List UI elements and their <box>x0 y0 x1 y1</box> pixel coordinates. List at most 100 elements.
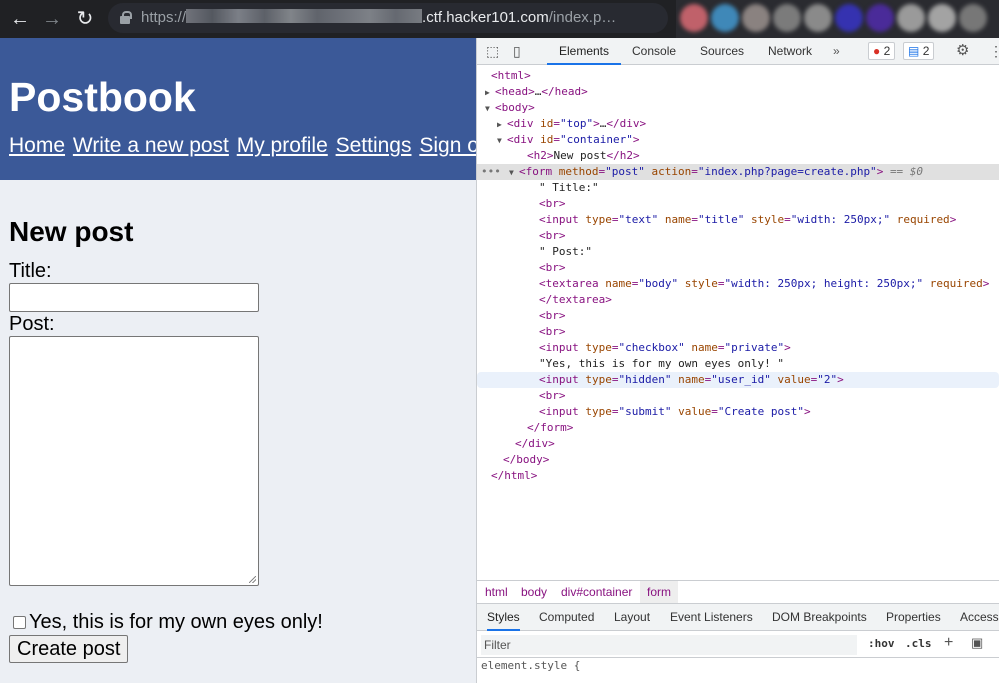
dom-node[interactable]: "Yes, this is for my own eyes only! " <box>477 356 999 372</box>
title-label: Title: <box>9 260 52 282</box>
title-input[interactable] <box>9 283 259 312</box>
dom-node[interactable]: <br> <box>477 324 999 340</box>
post-textarea[interactable] <box>9 336 259 586</box>
devtools-panel: ⬚ ▯ Elements Console Sources Network » ●… <box>476 38 999 683</box>
tab-accessibility[interactable]: Access <box>960 604 999 631</box>
dom-node[interactable]: <br> <box>477 388 999 404</box>
expand-triangle-icon[interactable]: ▶ <box>497 120 502 129</box>
dom-node[interactable]: <br> <box>477 308 999 324</box>
error-count: 2 <box>883 44 891 58</box>
dom-node[interactable]: " Post:" <box>477 244 999 260</box>
create-post-button[interactable]: Create post <box>9 635 129 663</box>
crumb-div-container[interactable]: div#container <box>557 581 636 603</box>
styles-filter-row: Filter :hov .cls + ▣ <box>477 632 999 658</box>
dom-node[interactable]: ▼ <div id="container"> <box>477 132 999 148</box>
extension-icon[interactable] <box>866 4 894 32</box>
extension-icon[interactable] <box>897 4 925 32</box>
collapse-triangle-icon[interactable]: ▼ <box>497 136 502 145</box>
dom-node[interactable]: <br> <box>477 228 999 244</box>
new-style-rule-icon[interactable]: + <box>944 634 953 652</box>
extension-icon[interactable] <box>711 4 739 32</box>
devtools-tabbar: ⬚ ▯ Elements Console Sources Network » ●… <box>477 38 999 65</box>
tab-elements[interactable]: Elements <box>547 38 621 65</box>
message-badge[interactable]: ▤ 2 <box>903 42 935 60</box>
dom-node[interactable]: <h2>New post</h2> <box>477 148 999 164</box>
dom-node[interactable]: ••• ▼ <form method="post" action="index.ph… <box>477 164 999 180</box>
extension-icon[interactable] <box>959 4 987 32</box>
dom-node[interactable]: " Title:" <box>477 180 999 196</box>
more-options-icon[interactable]: ⋮ <box>989 38 999 65</box>
dom-node[interactable]: <html> <box>477 68 999 84</box>
crumb-form[interactable]: form <box>640 581 678 603</box>
nav-sign-out-link[interactable]: Sign out <box>419 134 476 157</box>
extension-icon[interactable] <box>680 4 708 32</box>
dom-node[interactable]: ▶ <div id="top">…</div> <box>477 116 999 132</box>
extension-icon[interactable] <box>773 4 801 32</box>
nav-bar: Home Write a new post My profile Setting… <box>9 134 476 158</box>
dom-node[interactable]: <input type="hidden" name="user_id" valu… <box>477 372 999 388</box>
cls-toggle[interactable]: .cls <box>905 637 932 650</box>
extension-icon[interactable] <box>804 4 832 32</box>
styles-filter-input[interactable]: Filter <box>481 635 857 655</box>
address-bar[interactable]: https://.ctf.hacker101.com/index.p… ⋖ ☆ <box>108 3 768 33</box>
lock-icon[interactable] <box>120 11 132 24</box>
tab-layout[interactable]: Layout <box>614 604 650 631</box>
nav-my-profile-link[interactable]: My profile <box>237 134 328 157</box>
dom-tree: <html> ▶ <head>…</head> ▼ <body> ▶ <div id="to… <box>477 65 999 580</box>
paint-roller-icon[interactable]: ▣ <box>971 635 983 651</box>
private-row: Yes, this is for my own eyes only! <box>9 610 476 634</box>
dom-node[interactable]: </body> <box>477 452 999 468</box>
extensions-area <box>676 0 999 38</box>
dom-node[interactable]: <input type="submit" value="Create post"… <box>477 404 999 420</box>
tab-dom-breakpoints[interactable]: DOM Breakpoints <box>772 604 867 631</box>
extension-icon[interactable] <box>835 4 863 32</box>
settings-gear-icon[interactable]: ⚙ <box>956 38 969 65</box>
dom-node[interactable]: </form> <box>477 420 999 436</box>
tab-network[interactable]: Network <box>768 38 812 65</box>
crumb-body[interactable]: body <box>517 581 551 603</box>
nav-home-link[interactable]: Home <box>9 134 65 157</box>
resize-grip-icon[interactable] <box>249 576 256 583</box>
hov-toggle[interactable]: :hov <box>868 637 895 650</box>
dom-node[interactable]: <input type="text" name="title" style="w… <box>477 212 999 228</box>
dom-node[interactable]: </div> <box>477 436 999 452</box>
nav-write-post-link[interactable]: Write a new post <box>73 134 229 157</box>
redacted-subdomain <box>186 9 423 23</box>
dom-node[interactable]: <textarea name="body" style="width: 250p… <box>477 276 999 292</box>
tab-properties[interactable]: Properties <box>886 604 941 631</box>
site-header: Postbook Home Write a new post My profil… <box>0 38 476 180</box>
dom-node[interactable]: <br> <box>477 196 999 212</box>
tab-styles[interactable]: Styles <box>487 604 520 631</box>
tab-event-listeners[interactable]: Event Listeners <box>670 604 753 631</box>
element-style-rule: element.style { <box>481 659 581 672</box>
tab-console[interactable]: Console <box>632 38 676 65</box>
crumb-html[interactable]: html <box>481 581 512 603</box>
reload-button[interactable]: ↻ <box>73 7 97 31</box>
device-toolbar-icon[interactable]: ▯ <box>513 38 521 65</box>
styles-tabbar: Styles Computed Layout Event Listeners D… <box>477 604 999 631</box>
dom-node[interactable]: </html> <box>477 468 999 484</box>
extension-icon[interactable] <box>928 4 956 32</box>
collapse-triangle-icon[interactable]: ▼ <box>485 104 490 113</box>
more-tabs-icon[interactable]: » <box>833 38 840 65</box>
collapse-triangle-icon[interactable]: ▼ <box>509 168 514 177</box>
page-heading: New post <box>9 216 134 247</box>
message-count: 2 <box>922 44 930 58</box>
expand-triangle-icon[interactable]: ▶ <box>485 88 490 97</box>
nav-settings-link[interactable]: Settings <box>336 134 412 157</box>
tab-computed[interactable]: Computed <box>539 604 594 631</box>
dom-node[interactable]: </textarea> <box>477 292 999 308</box>
error-badge[interactable]: ● 2 <box>868 42 896 60</box>
private-checkbox[interactable] <box>13 615 26 629</box>
node-actions-icon[interactable]: ••• <box>481 164 501 180</box>
dom-node[interactable]: ▶ <head>…</head> <box>477 84 999 100</box>
forward-button[interactable]: → <box>40 7 64 31</box>
extension-icon[interactable] <box>742 4 770 32</box>
inspect-element-icon[interactable]: ⬚ <box>486 38 499 65</box>
dom-node[interactable]: <br> <box>477 260 999 276</box>
dom-node[interactable]: <input type="checkbox" name="private"> <box>477 340 999 356</box>
tab-sources[interactable]: Sources <box>700 38 744 65</box>
back-button[interactable]: ← <box>8 7 32 31</box>
dom-node[interactable]: ▼ <body> <box>477 100 999 116</box>
url-text[interactable]: https://.ctf.hacker101.com/index.p… <box>141 9 616 26</box>
